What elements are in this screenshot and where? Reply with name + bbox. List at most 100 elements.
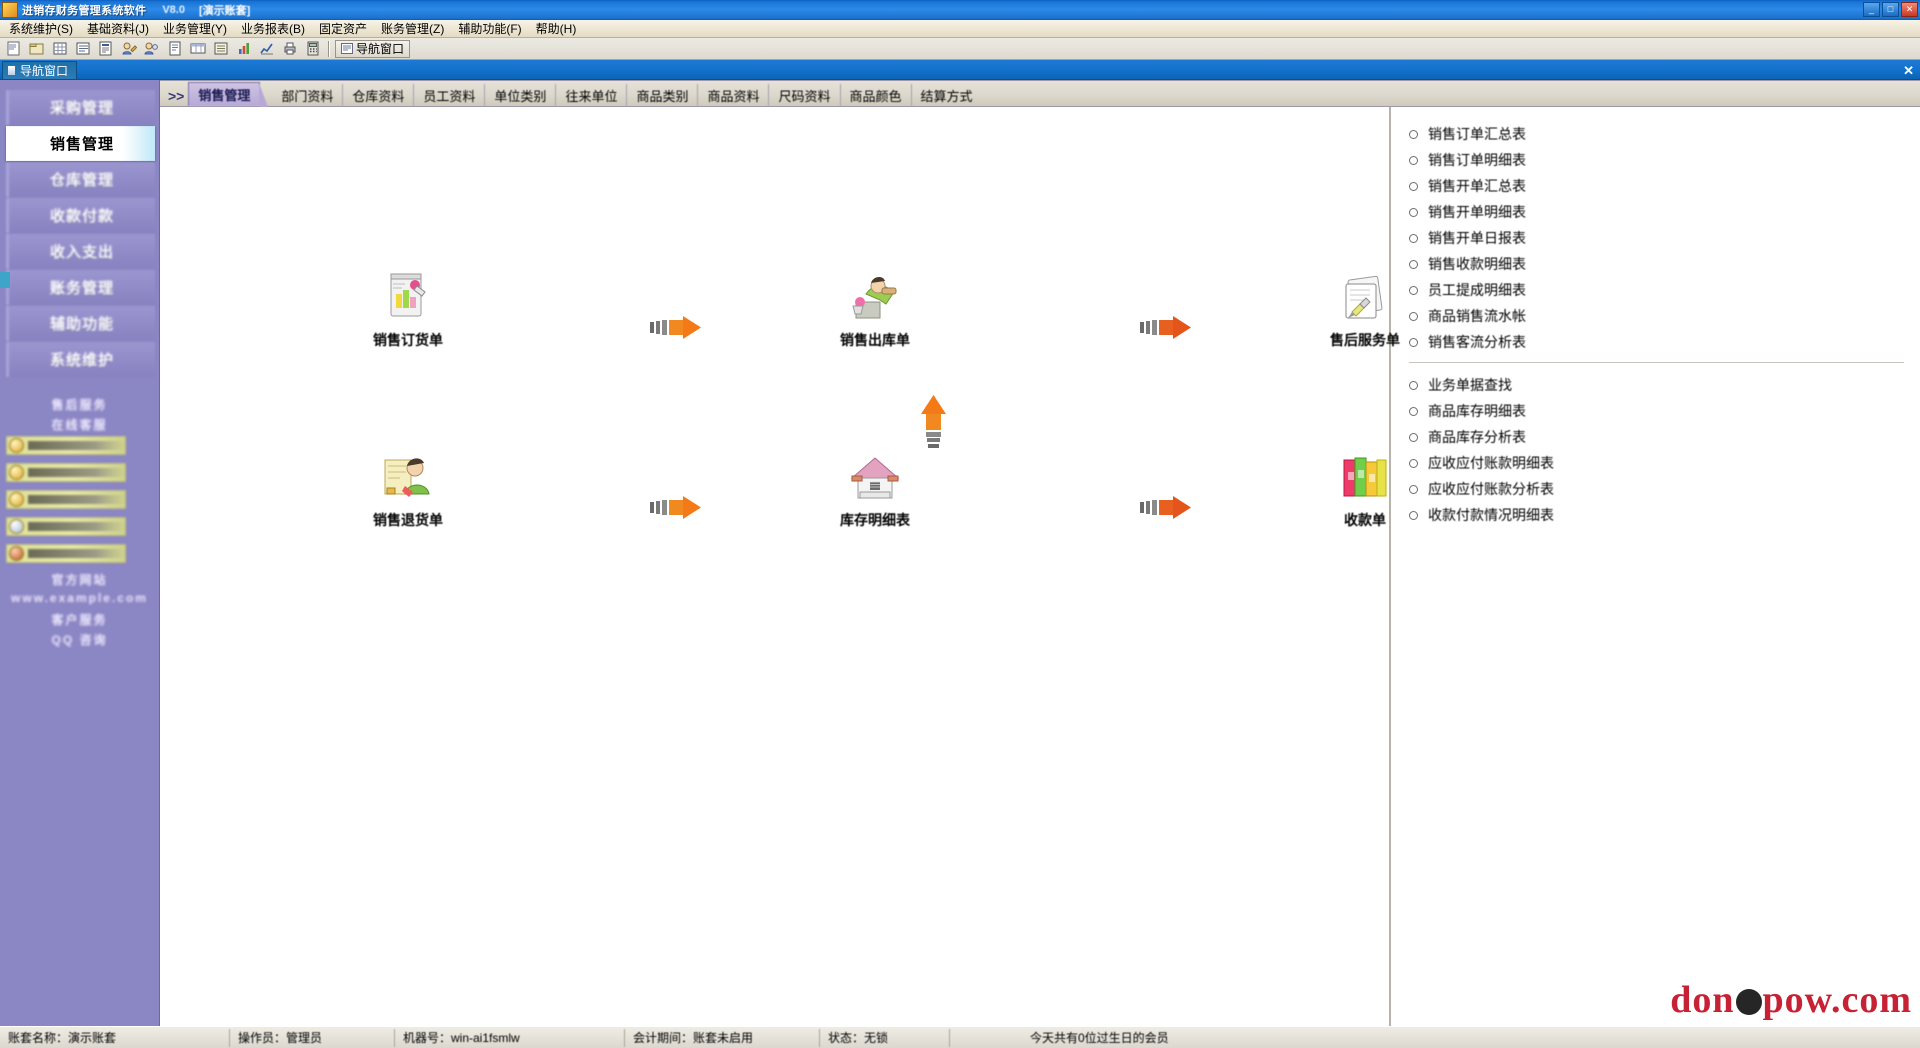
- menu-reports[interactable]: 业务报表(B): [234, 19, 312, 38]
- report-label: 销售开单日报表: [1428, 230, 1526, 246]
- tab-goods-category[interactable]: 商品类别: [627, 84, 699, 106]
- support-contact-label: [28, 495, 125, 504]
- tab-goods-color[interactable]: 商品颜色: [841, 84, 912, 106]
- nav-window-button[interactable]: 导航窗口: [335, 39, 411, 58]
- support-contact-label: [28, 522, 125, 531]
- flow-node-stock-detail[interactable]: 库存明细表: [800, 452, 950, 530]
- menu-help[interactable]: 帮助(H): [529, 19, 584, 38]
- report-item-receivable-payable-analysis[interactable]: 应收应付账款分析表: [1409, 476, 1920, 502]
- sidebar-item-purchase[interactable]: 采购管理: [6, 90, 155, 125]
- report-item-sales-order-summary[interactable]: 销售订单汇总表: [1409, 121, 1920, 147]
- sidebar-item-system[interactable]: 系统维护: [6, 342, 155, 377]
- support-title-website: 官方网站: [51, 573, 108, 587]
- sidebar-item-tools[interactable]: 辅助功能: [6, 306, 155, 341]
- tab-size-data[interactable]: 尺码资料: [769, 84, 841, 106]
- tab-employee-data[interactable]: 员工资料: [414, 84, 486, 106]
- report-label: 商品库存分析表: [1428, 429, 1526, 445]
- report-item-employee-commission[interactable]: 员工提成明细表: [1409, 277, 1920, 303]
- flow-node-sales-return[interactable]: 销售退货单: [333, 452, 483, 530]
- app-icon: [2, 2, 18, 18]
- report-item-sales-invoice-detail[interactable]: 销售开单明细表: [1409, 199, 1920, 225]
- grid-icon[interactable]: [49, 39, 70, 58]
- bullet-icon: [1409, 432, 1418, 442]
- support-contact-label: [28, 549, 125, 558]
- tab-unit-category[interactable]: 单位类别: [485, 84, 557, 106]
- report-item-receivable-payable-detail[interactable]: 应收应付账款明细表: [1409, 450, 1920, 476]
- tab-sales-management[interactable]: 销售管理: [188, 82, 269, 107]
- report-label: 应收应付账款分析表: [1428, 481, 1554, 497]
- list-icon[interactable]: [72, 39, 93, 58]
- calculator-icon[interactable]: [302, 39, 323, 58]
- menu-basic-data[interactable]: 基础资料(J): [80, 19, 156, 38]
- report-item-sales-invoice-daily[interactable]: 销售开单日报表: [1409, 225, 1920, 251]
- report-item-sales-order-detail[interactable]: 销售订单明细表: [1409, 147, 1920, 173]
- tab-goods-data[interactable]: 商品资料: [698, 84, 770, 106]
- close-button[interactable]: ✕: [1901, 2, 1918, 17]
- window-doc-icon: [7, 65, 16, 76]
- sales-delivery-icon: [846, 272, 904, 324]
- report-item-payment-status-detail[interactable]: 收款付款情况明细表: [1409, 502, 1920, 528]
- new-document-icon[interactable]: [3, 39, 24, 58]
- invoice-icon[interactable]: [164, 39, 185, 58]
- report-icon[interactable]: [95, 39, 116, 58]
- report-item-sales-receipt-detail[interactable]: 销售收款明细表: [1409, 251, 1920, 277]
- table-icon[interactable]: [187, 39, 208, 58]
- print-icon[interactable]: [279, 39, 300, 58]
- flow-node-receipt-voucher[interactable]: 收款单: [1290, 452, 1440, 530]
- flow-diagram: 销售订货单 销售出库单 售后服务单 销售退货单 库存明细表 收款单: [160, 107, 1400, 1026]
- support-contact-2[interactable]: [6, 463, 126, 482]
- tab-department-data[interactable]: 部门资料: [272, 84, 344, 106]
- tab-settlement-method[interactable]: 结算方式: [912, 84, 982, 106]
- qq-avatar-icon: [9, 492, 24, 507]
- menu-tools[interactable]: 辅助功能(F): [451, 19, 528, 38]
- sidebar-item-income[interactable]: 收入支出: [6, 234, 155, 269]
- flow-node-label: 销售出库单: [840, 332, 910, 348]
- menu-business[interactable]: 业务管理(Y): [156, 19, 234, 38]
- tab-scroll-icon[interactable]: >>: [164, 89, 188, 106]
- sidebar-item-accounting[interactable]: 账务管理: [6, 270, 155, 305]
- status-lock-state: 状态：无锁: [820, 1028, 950, 1047]
- bullet-icon: [1409, 155, 1418, 165]
- qq-avatar-icon: [9, 438, 24, 453]
- report-item-goods-stock-detail[interactable]: 商品库存明细表: [1409, 398, 1920, 424]
- mdi-tab-nav-window[interactable]: 导航窗口: [2, 61, 78, 79]
- chart-bar-icon[interactable]: [233, 39, 254, 58]
- tab-warehouse-data[interactable]: 仓库资料: [343, 84, 415, 106]
- report-item-sales-invoice-summary[interactable]: 销售开单汇总表: [1409, 173, 1920, 199]
- minimize-button[interactable]: _: [1863, 2, 1880, 17]
- ledger-icon[interactable]: [210, 39, 231, 58]
- sidebar-item-sales[interactable]: 销售管理: [6, 126, 155, 161]
- report-item-customer-flow-analysis[interactable]: 销售客流分析表: [1409, 329, 1920, 355]
- flow-node-sales-delivery[interactable]: 销售出库单: [800, 272, 950, 350]
- bullet-icon: [1409, 406, 1418, 416]
- report-item-document-search[interactable]: 业务单据查找: [1409, 372, 1920, 398]
- mdi-close-icon[interactable]: ✕: [1903, 64, 1914, 77]
- report-label: 销售订单汇总表: [1428, 126, 1526, 142]
- menu-fixed-asset[interactable]: 固定资产: [312, 19, 374, 38]
- menu-system[interactable]: 系统维护(S): [2, 19, 80, 38]
- menu-accounting[interactable]: 账务管理(Z): [374, 19, 451, 38]
- sidebar-item-warehouse[interactable]: 仓库管理: [6, 162, 155, 197]
- qq-avatar-icon: [9, 519, 24, 534]
- support-contact-1[interactable]: [6, 436, 126, 455]
- report-item-goods-sales-journal[interactable]: 商品销售流水帐: [1409, 303, 1920, 329]
- maximize-button[interactable]: □: [1882, 2, 1899, 17]
- report-item-goods-stock-analysis[interactable]: 商品库存分析表: [1409, 424, 1920, 450]
- chart-line-icon[interactable]: [256, 39, 277, 58]
- watermark-text-right: pow.com: [1762, 979, 1912, 1021]
- flow-node-sales-order[interactable]: 销售订货单: [333, 272, 483, 350]
- support-website-url[interactable]: www.example.com: [6, 591, 153, 606]
- support-contact-4[interactable]: [6, 517, 126, 536]
- support-contact-5[interactable]: [6, 544, 126, 563]
- flow-node-after-sales[interactable]: 售后服务单: [1290, 272, 1440, 350]
- flow-and-reports: 销售订货单 销售出库单 售后服务单 销售退货单 库存明细表 收款单 销售订单汇总…: [160, 107, 1920, 1026]
- sidebar-item-payments[interactable]: 收款付款: [6, 198, 155, 233]
- support-contact-3[interactable]: [6, 490, 126, 509]
- user-edit-icon[interactable]: [118, 39, 139, 58]
- open-folder-icon[interactable]: [26, 39, 47, 58]
- user-group-icon[interactable]: [141, 39, 162, 58]
- tab-business-unit[interactable]: 往来单位: [556, 84, 628, 106]
- support-contact-label: [28, 468, 125, 477]
- support-title-after-sales: 售后服务: [51, 398, 108, 412]
- bullet-icon: [1409, 207, 1418, 217]
